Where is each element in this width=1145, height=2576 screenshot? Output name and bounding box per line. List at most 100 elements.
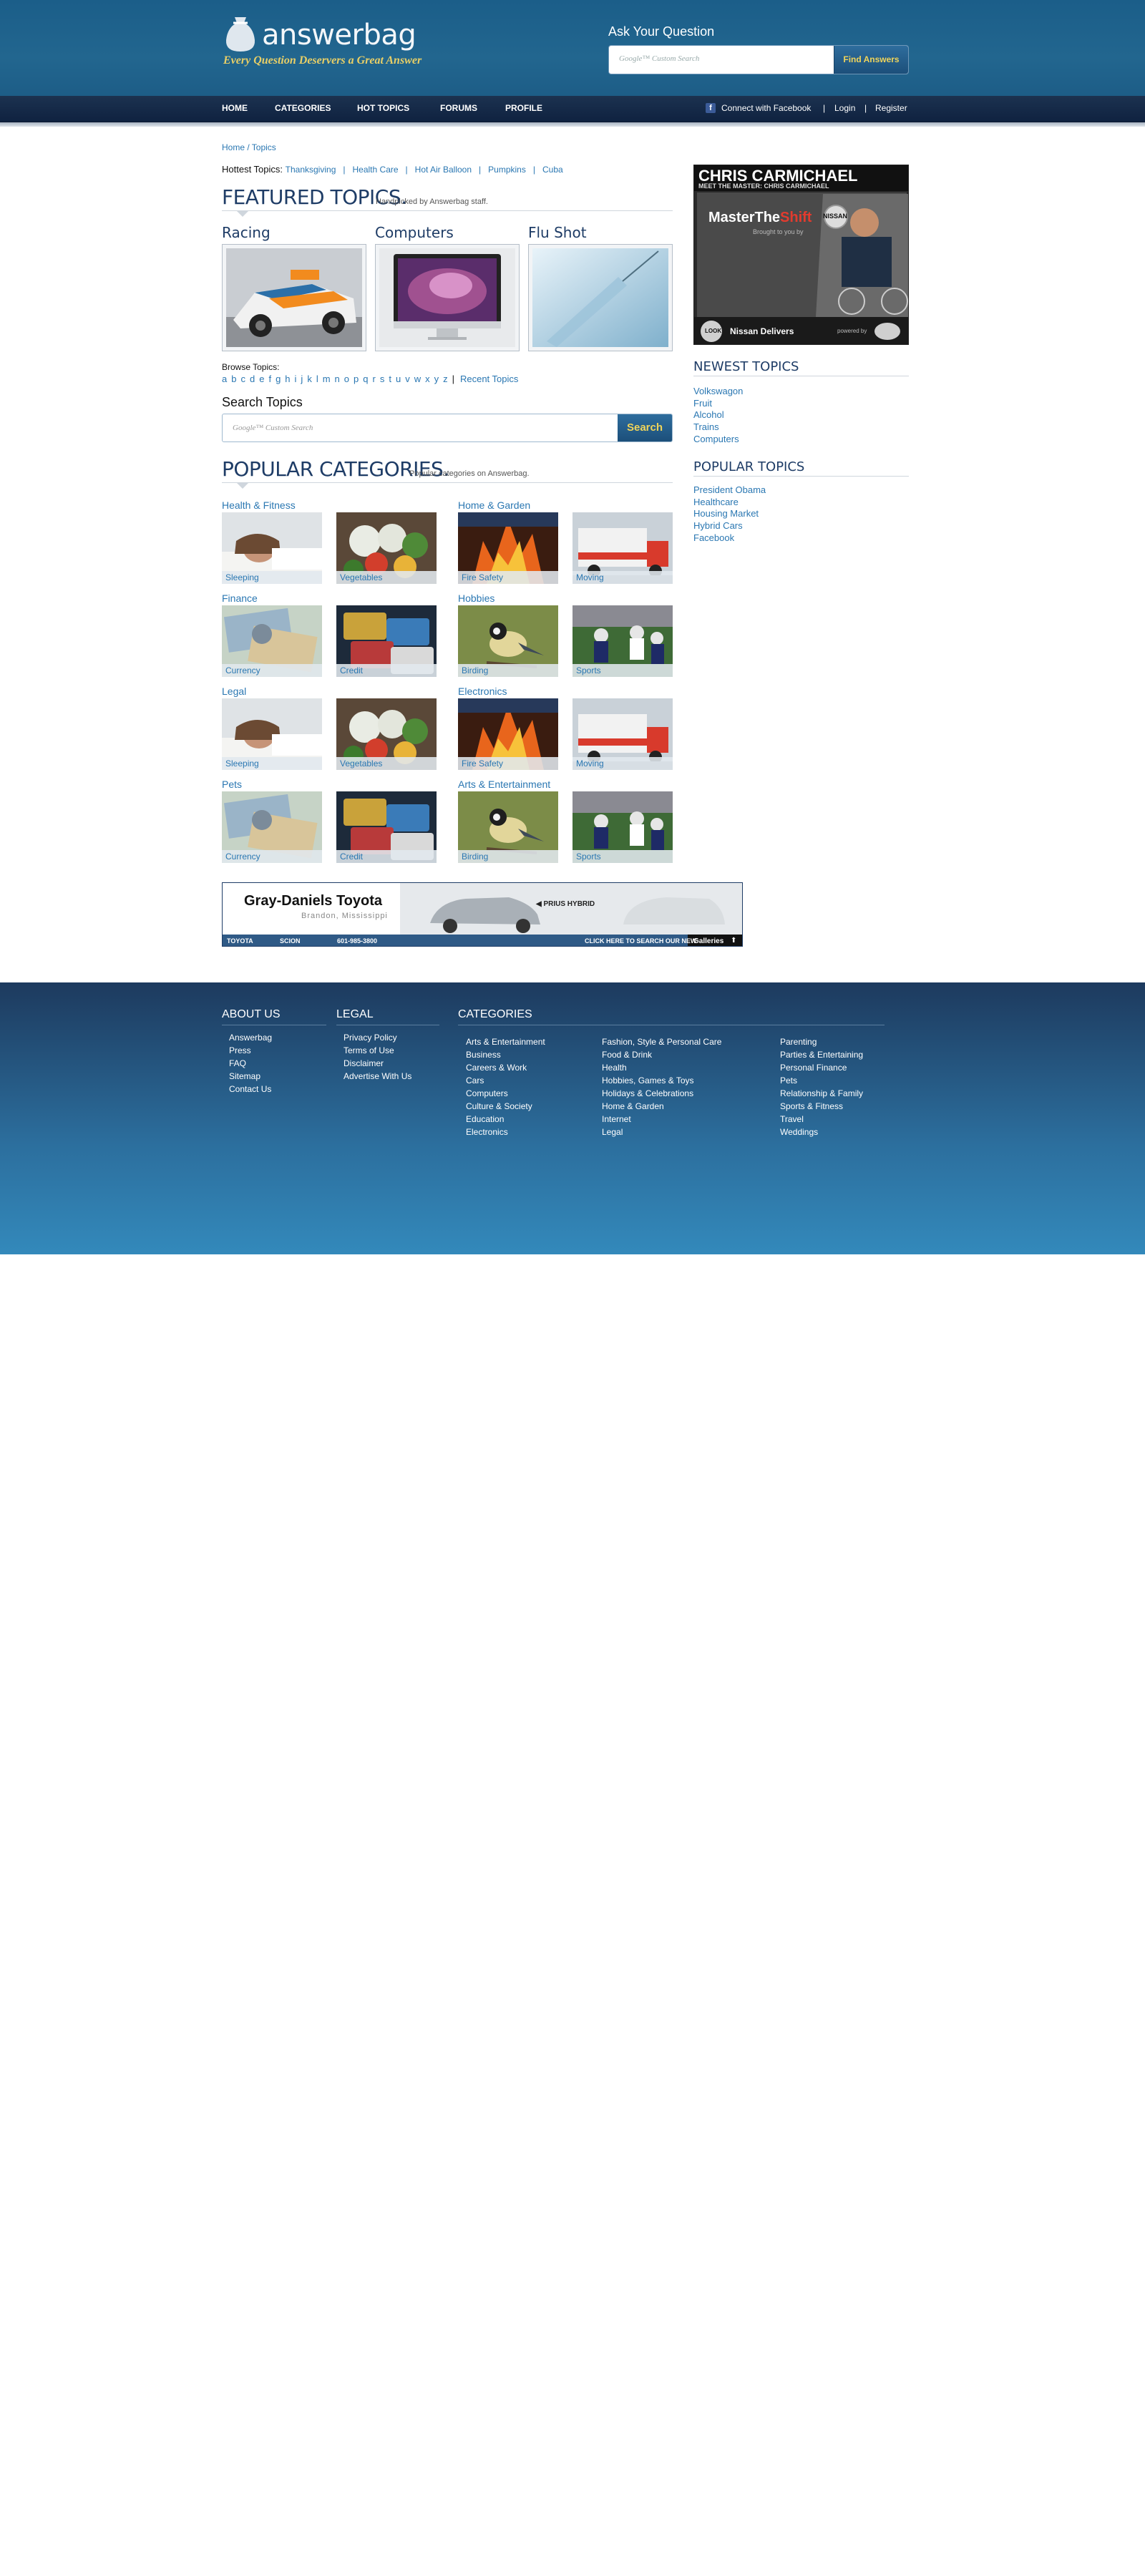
browse-letter-link[interactable]: y	[434, 374, 439, 384]
breadcrumb[interactable]: Home / Topics	[222, 142, 276, 152]
category-thumbnail[interactable]: Sports	[572, 605, 673, 677]
footer-category-link[interactable]: Culture & Society	[466, 1100, 545, 1113]
footer-category-link[interactable]: Home & Garden	[602, 1100, 721, 1113]
footer-link[interactable]: Advertise With Us	[344, 1070, 439, 1083]
browse-letter-link[interactable]: k	[307, 374, 312, 384]
banner-cta[interactable]: CLICK HERE TO SEARCH OUR NEW	[585, 937, 696, 945]
featured-card-image[interactable]	[528, 244, 673, 351]
browse-letter-link[interactable]: s	[380, 374, 385, 384]
footer-category-link[interactable]: Arts & Entertainment	[466, 1035, 545, 1048]
browse-letter-link[interactable]: r	[372, 374, 375, 384]
thumbnail-caption[interactable]: Credit	[336, 664, 437, 677]
footer-link[interactable]: Answerbag	[229, 1031, 326, 1044]
hot-topic-link[interactable]: Hot Air Balloon	[415, 165, 472, 175]
login-link[interactable]: Login	[834, 103, 855, 113]
hot-topic-link[interactable]: Cuba	[542, 165, 563, 175]
browse-letter-link[interactable]: f	[268, 374, 271, 384]
browse-letter-link[interactable]: n	[335, 374, 340, 384]
thumbnail-caption[interactable]: Sleeping	[222, 757, 322, 770]
footer-category-link[interactable]: Computers	[466, 1087, 545, 1100]
browse-letter-link[interactable]: l	[316, 374, 318, 384]
category-title-link[interactable]: Arts & Entertainment	[458, 779, 550, 790]
hot-topic-link[interactable]: Thanksgiving	[286, 165, 336, 175]
browse-letter-link[interactable]: j	[301, 374, 303, 384]
thumbnail-caption[interactable]: Currency	[222, 664, 322, 677]
browse-letter-link[interactable]: p	[354, 374, 359, 384]
featured-card-racing[interactable]: Racing	[222, 224, 366, 351]
recent-topics-link[interactable]: Recent Topics	[460, 374, 518, 384]
browse-letter-link[interactable]: w	[414, 374, 421, 384]
galleries-button[interactable]: Galleries	[693, 937, 723, 945]
footer-category-link[interactable]: Hobbies, Games & Toys	[602, 1074, 721, 1087]
footer-category-link[interactable]: Fashion, Style & Personal Care	[602, 1035, 721, 1048]
nav-categories[interactable]: CATEGORIES	[275, 103, 331, 113]
footer-link[interactable]: Press	[229, 1044, 326, 1057]
category-thumbnail[interactable]: Birding	[458, 605, 558, 677]
featured-card-image[interactable]	[375, 244, 520, 351]
browse-letter-link[interactable]: h	[285, 374, 290, 384]
featured-card-title[interactable]: Racing	[222, 224, 271, 241]
footer-category-link[interactable]: Pets	[780, 1074, 863, 1087]
footer-category-link[interactable]: Travel	[780, 1113, 863, 1126]
popular-topic-link[interactable]: Housing Market	[693, 508, 766, 520]
dealer-banner-ad[interactable]: Gray-Daniels Toyota Brandon, Mississippi…	[222, 882, 743, 947]
thumbnail-caption[interactable]: Moving	[572, 757, 673, 770]
footer-link[interactable]: FAQ	[229, 1057, 326, 1070]
ask-question-input[interactable]: Google™ Custom Search Find Answers	[608, 45, 909, 74]
featured-card-flu-shot[interactable]: Flu Shot	[528, 224, 673, 351]
footer-category-link[interactable]: Legal	[602, 1126, 721, 1138]
footer-link[interactable]: Disclaimer	[344, 1057, 439, 1070]
category-thumbnail[interactable]: Currency	[222, 791, 322, 863]
site-logo[interactable]: answerbag Every Question Deservers a Gre…	[222, 14, 508, 72]
featured-card-title[interactable]: Computers	[375, 224, 454, 241]
thumbnail-caption[interactable]: Sports	[572, 850, 673, 863]
search-topics-input[interactable]: Google™ Custom Search Search	[222, 414, 673, 442]
nav-home[interactable]: HOME	[222, 103, 248, 113]
footer-category-link[interactable]: Food & Drink	[602, 1048, 721, 1061]
featured-card-title[interactable]: Flu Shot	[528, 224, 587, 241]
category-title-link[interactable]: Hobbies	[458, 592, 494, 604]
browse-letter-link[interactable]: t	[389, 374, 391, 384]
footer-link[interactable]: Privacy Policy	[344, 1031, 439, 1044]
category-thumbnail[interactable]: Moving	[572, 512, 673, 584]
browse-letter-link[interactable]: v	[405, 374, 410, 384]
category-title-link[interactable]: Pets	[222, 779, 242, 790]
thumbnail-caption[interactable]: Birding	[458, 850, 558, 863]
featured-card-computers[interactable]: Computers	[375, 224, 520, 351]
facebook-connect-link[interactable]: Connect with Facebook	[721, 103, 811, 113]
category-title-link[interactable]: Home & Garden	[458, 499, 530, 511]
newest-topic-link[interactable]: Trains	[693, 421, 743, 434]
browse-letter-link[interactable]: c	[240, 374, 245, 384]
popular-topic-link[interactable]: President Obama	[693, 484, 766, 497]
browse-letter-link[interactable]: x	[425, 374, 430, 384]
thumbnail-caption[interactable]: Fire Safety	[458, 757, 558, 770]
browse-letter-link[interactable]: o	[344, 374, 349, 384]
hot-topic-link[interactable]: Pumpkins	[488, 165, 526, 175]
footer-category-link[interactable]: Business	[466, 1048, 545, 1061]
newest-topic-link[interactable]: Fruit	[693, 398, 743, 410]
nav-hot-topics[interactable]: HOT TOPICS	[357, 103, 409, 113]
thumbnail-caption[interactable]: Currency	[222, 850, 322, 863]
category-title-link[interactable]: Electronics	[458, 686, 507, 697]
category-thumbnail[interactable]: Fire Safety	[458, 512, 558, 584]
footer-category-link[interactable]: Careers & Work	[466, 1061, 545, 1074]
nav-forums[interactable]: FORUMS	[440, 103, 477, 113]
footer-category-link[interactable]: Education	[466, 1113, 545, 1126]
footer-category-link[interactable]: Internet	[602, 1113, 721, 1126]
browse-letter-link[interactable]: i	[295, 374, 297, 384]
footer-category-link[interactable]: Holidays & Celebrations	[602, 1087, 721, 1100]
browse-letter-link[interactable]: a	[222, 374, 227, 384]
footer-category-link[interactable]: Parenting	[780, 1035, 863, 1048]
footer-link[interactable]: Sitemap	[229, 1070, 326, 1083]
thumbnail-caption[interactable]: Fire Safety	[458, 571, 558, 584]
category-thumbnail[interactable]: Vegetables	[336, 698, 437, 770]
category-thumbnail[interactable]: Currency	[222, 605, 322, 677]
category-title-link[interactable]: Finance	[222, 592, 258, 604]
newest-topic-link[interactable]: Computers	[693, 434, 743, 446]
browse-letter-link[interactable]: e	[259, 374, 264, 384]
category-title-link[interactable]: Health & Fitness	[222, 499, 296, 511]
footer-category-link[interactable]: Relationship & Family	[780, 1087, 863, 1100]
category-thumbnail[interactable]: Credit	[336, 605, 437, 677]
footer-category-link[interactable]: Electronics	[466, 1126, 545, 1138]
footer-category-link[interactable]: Parties & Entertaining	[780, 1048, 863, 1061]
